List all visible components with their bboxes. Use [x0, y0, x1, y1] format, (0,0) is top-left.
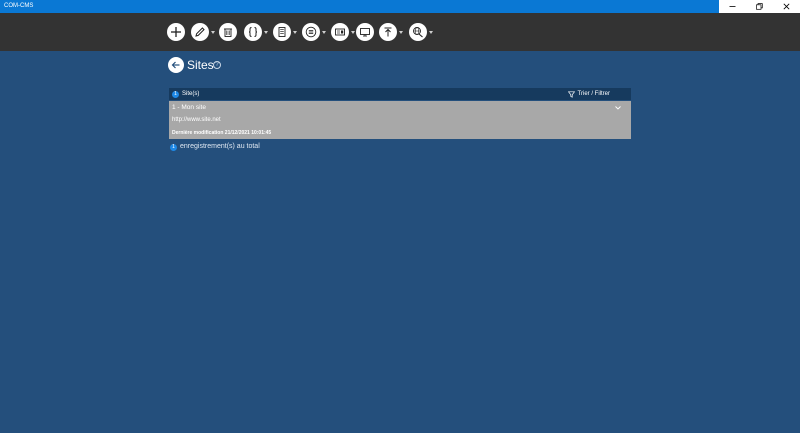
- dropdown-caret-icon: [322, 30, 326, 34]
- arrow-left-icon: [171, 61, 180, 69]
- app-title: COM-CMS: [4, 3, 34, 9]
- dropdown-caret-icon: [211, 30, 215, 34]
- dropdown-caret-icon: [264, 30, 268, 34]
- upload-button[interactable]: [379, 22, 403, 42]
- edit-button[interactable]: [191, 22, 215, 42]
- site-title: 1 - Mon site: [172, 104, 206, 111]
- back-button[interactable]: [168, 57, 184, 73]
- braces-icon: [244, 23, 262, 41]
- document-icon: [273, 23, 291, 41]
- sort-filter-button[interactable]: Trier / Filtrer: [567, 89, 610, 99]
- expand-button[interactable]: [614, 104, 622, 112]
- restore-button[interactable]: [746, 0, 773, 13]
- plus-icon: [167, 23, 185, 41]
- dropdown-caret-icon: [429, 30, 433, 34]
- add-button[interactable]: [167, 22, 185, 42]
- dropdown-caret-icon: [293, 30, 297, 34]
- trash-icon: [219, 23, 237, 41]
- upload-icon: [379, 23, 397, 41]
- site-url: http://www.site.net: [172, 117, 221, 123]
- last-modified: Dernière modification 21/12/2021 10:01:4…: [172, 130, 272, 136]
- minimize-icon: [729, 6, 736, 7]
- document-button[interactable]: [273, 22, 297, 42]
- total-label: enregistrement(s) au total: [180, 143, 260, 150]
- pencil-icon: [191, 23, 209, 41]
- web-icon: [409, 23, 427, 41]
- list-item[interactable]: 1 - Mon site http://www.site.net Dernièr…: [169, 101, 631, 139]
- title-bar: COM-CMS: [0, 0, 800, 13]
- window-controls: [719, 0, 800, 13]
- delete-button[interactable]: [219, 22, 237, 42]
- total-row: 1 enregistrement(s) au total: [170, 142, 260, 152]
- total-count-badge: 1: [170, 143, 177, 151]
- close-icon: [783, 3, 790, 10]
- code-button[interactable]: [244, 22, 268, 42]
- page-title: Sites: [187, 58, 214, 72]
- list-icon: [302, 23, 320, 41]
- list-header: 1 Site(s) Trier / Filtrer: [169, 88, 631, 100]
- chevron-down-icon: [615, 106, 621, 110]
- count-badge: 1: [172, 91, 179, 98]
- display-button[interactable]: [356, 22, 374, 42]
- dropdown-caret-icon: [399, 30, 403, 34]
- restore-icon: [756, 3, 763, 10]
- dropdown-caret-icon: [351, 30, 355, 34]
- list-button[interactable]: [302, 22, 326, 42]
- toolbar: [0, 13, 800, 51]
- card-button[interactable]: [331, 22, 355, 42]
- filter-label: Trier / Filtrer: [577, 90, 610, 97]
- close-button[interactable]: [773, 0, 800, 13]
- monitor-icon: [356, 23, 374, 41]
- list-header-label: Site(s): [182, 91, 200, 97]
- card-icon: [331, 23, 349, 41]
- help-icon[interactable]: ?: [213, 61, 221, 69]
- minimize-button[interactable]: [719, 0, 746, 13]
- filter-icon: [567, 90, 575, 98]
- web-button[interactable]: [409, 22, 433, 42]
